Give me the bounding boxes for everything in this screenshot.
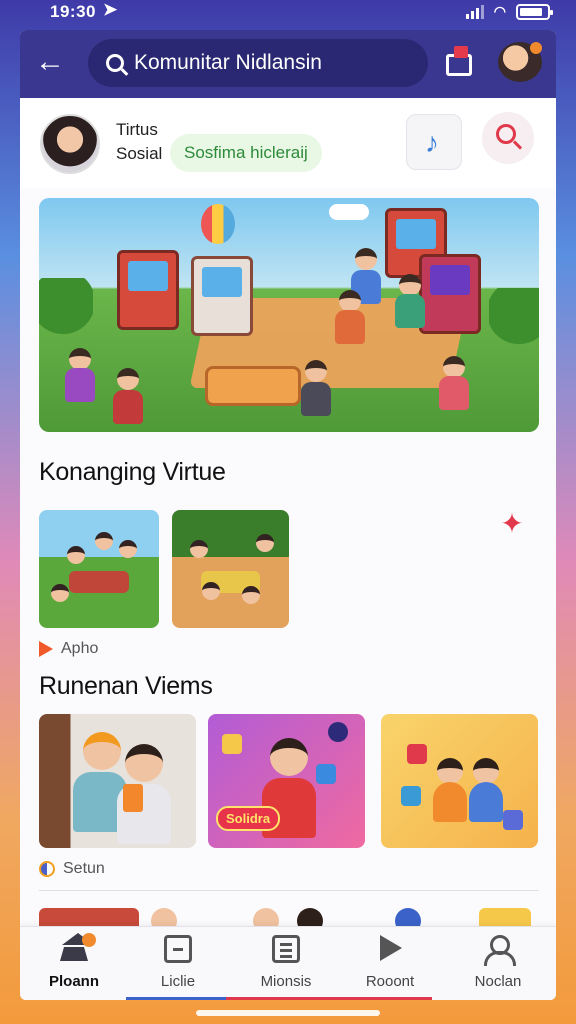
search-button[interactable] (482, 112, 534, 164)
section-meta-first: Apho (39, 640, 98, 658)
person-illustration (439, 376, 469, 410)
game-table-illustration (205, 366, 301, 406)
user-avatar[interactable] (498, 42, 542, 82)
nav-item-fifth[interactable]: Noclan (448, 935, 548, 995)
nav-item-third[interactable]: Mionsis (236, 935, 336, 995)
search-text: Komunitar Nidlansin (134, 51, 322, 74)
nav-item-fourth[interactable]: Rooont (340, 935, 440, 995)
search-bar[interactable]: Komunitar Nidlansin (88, 39, 428, 87)
cloud-illustration (329, 204, 369, 220)
person-illustration (335, 310, 365, 344)
section-meta-text: Setun (63, 860, 105, 877)
top-app-bar: ← Komunitar Nidlansin (20, 30, 556, 98)
section-meta-second: Setun (39, 860, 105, 878)
section-title-second: Runenan Viems (39, 672, 213, 700)
notification-dot (82, 933, 96, 947)
person-illustration (69, 348, 91, 370)
thumbnail-card[interactable] (172, 510, 289, 628)
app-window: ← Komunitar Nidlansin Tirtus Sosial Sosf… (20, 30, 556, 1000)
view-card[interactable]: Solidra (208, 714, 365, 848)
half-circle-icon (39, 861, 55, 877)
person-illustration (355, 248, 377, 270)
list-icon (272, 935, 300, 963)
arcade-illustration (419, 254, 481, 334)
nav-label: Mionsis (260, 973, 312, 990)
nav-label: Liclie (160, 973, 196, 990)
nav-label: Noclan (474, 973, 522, 990)
home-icon (60, 933, 94, 961)
balloon-illustration (201, 204, 235, 244)
person-illustration (301, 382, 331, 416)
sparkle-icon[interactable]: ✦ (498, 510, 526, 538)
image-icon (164, 935, 192, 963)
profile-name: Tirtus (116, 120, 158, 139)
share-button[interactable] (444, 46, 476, 78)
play-icon (380, 935, 402, 961)
bottom-navigation: Ploann Liclie Mionsis Rooont Noclan (20, 926, 556, 1000)
profile-avatar[interactable] (40, 114, 100, 174)
nav-item-second[interactable]: Liclie (128, 935, 228, 995)
person-illustration (443, 356, 465, 378)
nav-underline (226, 997, 432, 1000)
play-icon (39, 641, 53, 657)
section-title-first: Konanging Virtue (39, 458, 226, 486)
person-illustration (399, 274, 421, 296)
status-bar: 19:30 ➤ ◠ (0, 0, 576, 26)
notification-flag-icon (454, 46, 468, 58)
location-arrow-icon: ➤ (103, 0, 118, 19)
music-note-icon: ♪ (425, 127, 439, 158)
person-illustration (113, 390, 143, 424)
hero-banner-image[interactable] (39, 198, 539, 432)
battery-icon (516, 3, 553, 20)
home-indicator (196, 1010, 380, 1016)
nav-label: Ploann (48, 973, 99, 990)
view-card[interactable] (381, 714, 538, 848)
notification-dot (530, 42, 542, 54)
person-illustration (65, 368, 95, 402)
arcade-illustration (117, 250, 179, 330)
back-button[interactable]: ← (32, 44, 68, 80)
wifi-icon: ◠ (493, 3, 506, 19)
profile-card: Tirtus Sosial Sosfima hicleraij ♪ (20, 98, 556, 188)
signal-icon (465, 4, 484, 19)
status-icons: ◠ (465, 3, 553, 20)
status-time: 19:30 (50, 2, 96, 21)
user-icon (484, 935, 516, 966)
search-icon (106, 54, 124, 72)
view-card[interactable] (39, 714, 196, 848)
profile-subtitle: Sosial (116, 144, 163, 163)
section-meta-text: Apho (61, 640, 99, 657)
person-illustration (395, 294, 425, 328)
nav-label: Rooont (365, 973, 415, 990)
profile-tag[interactable]: Sosfima hicleraij (170, 134, 322, 172)
person-illustration (339, 290, 361, 312)
tree-illustration (489, 288, 539, 368)
view-card-badge: Solidra (216, 806, 281, 831)
nav-underline (126, 997, 226, 1000)
person-illustration (117, 368, 139, 390)
thumbnail-card[interactable] (39, 510, 159, 628)
person-illustration (305, 360, 327, 382)
search-icon (496, 124, 516, 144)
tree-illustration (39, 278, 93, 358)
music-button[interactable]: ♪ (406, 114, 462, 170)
nav-item-home[interactable]: Ploann (24, 933, 124, 995)
arcade-illustration (191, 256, 253, 336)
divider (39, 890, 539, 891)
